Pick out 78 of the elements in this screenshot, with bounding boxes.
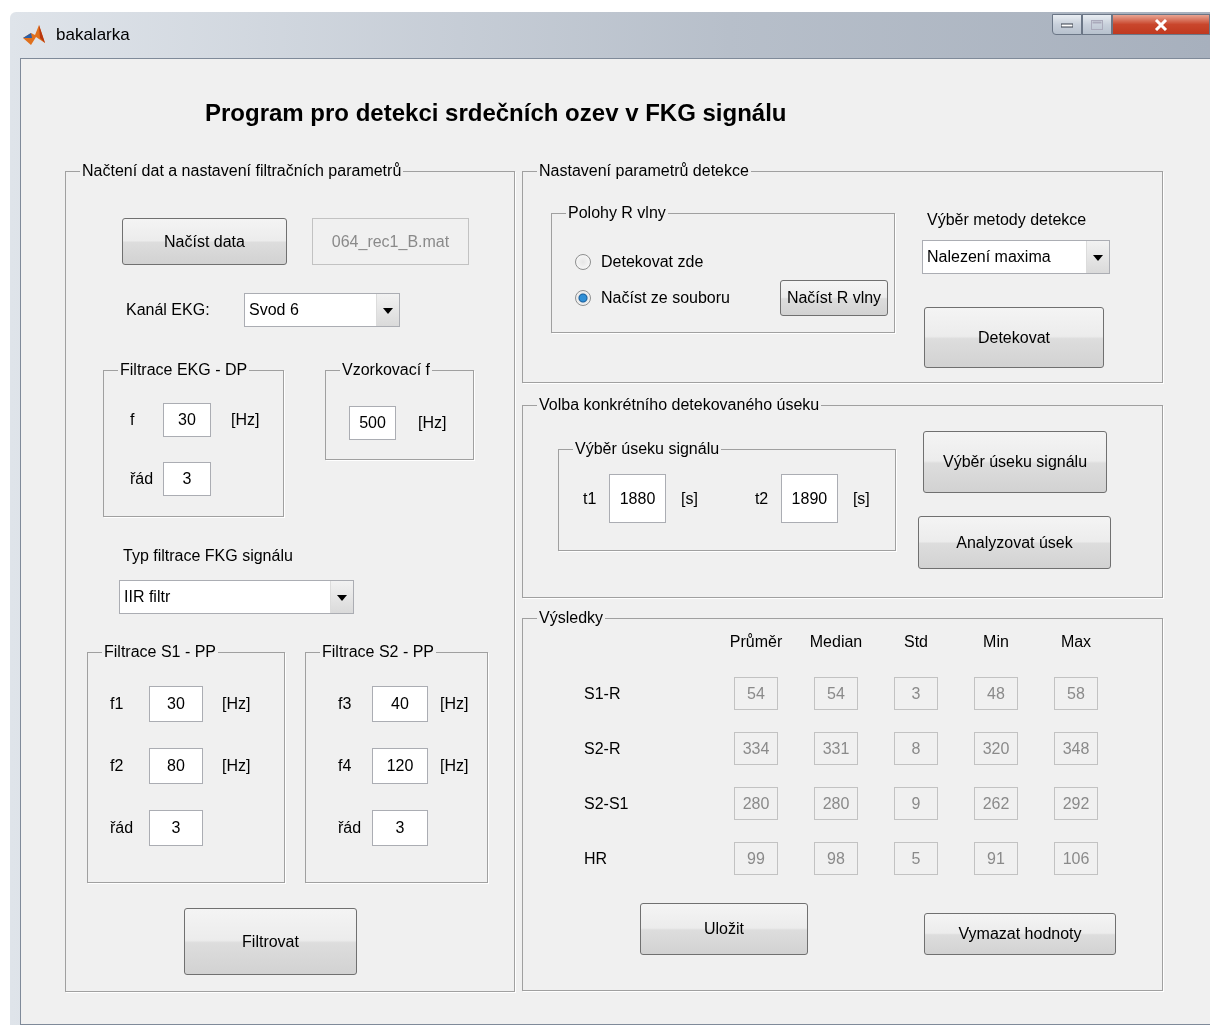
caret-icon [376, 294, 399, 326]
group-title: Nastavení parametrů detekce [538, 162, 750, 180]
input-field[interactable]: 30 [149, 686, 203, 722]
field-label: řád [338, 819, 363, 837]
filter-button[interactable]: Filtrovat [184, 908, 357, 975]
row-label: S2-R [584, 739, 622, 758]
input-field[interactable]: 30 [163, 403, 211, 437]
field-label: f2 [110, 757, 125, 775]
row-label: HR [584, 849, 609, 868]
column-header: Std [904, 633, 928, 651]
dropdown[interactable]: Svod 6 [244, 293, 400, 327]
radio-button[interactable] [575, 254, 591, 270]
unit-label: [Hz] [222, 695, 251, 713]
field-label: f4 [338, 757, 353, 775]
input-field[interactable]: 3 [163, 462, 211, 496]
unit-label: [s] [852, 489, 870, 508]
input-field[interactable]: 3 [149, 810, 203, 846]
dropdown[interactable]: Nalezení maxima [922, 240, 1110, 274]
radio-label[interactable]: Načíst ze souboru [601, 289, 770, 307]
minimize-icon [1061, 21, 1073, 28]
caret-icon [330, 581, 353, 613]
dropdown[interactable]: IIR filtr [119, 580, 354, 614]
group-title: Vzorkovací f [341, 361, 432, 379]
segment-button[interactable]: Analyzovat úsek [918, 516, 1111, 569]
input-field[interactable]: 500 [349, 406, 396, 440]
field-label: t1 [583, 489, 598, 508]
radio-label[interactable]: Detekovat zde [601, 253, 704, 271]
field-label: f1 [110, 695, 125, 713]
column-header: Median [809, 633, 863, 651]
input-field[interactable]: 3 [372, 810, 428, 846]
group-title: Polohy R vlny [567, 204, 667, 222]
channel-label: Kanál EKG: [126, 301, 211, 319]
field-label: f [130, 411, 136, 429]
row-label: S2-S1 [584, 794, 630, 813]
load-r-waves-button[interactable]: Načíst R vlny [780, 280, 888, 316]
input-field[interactable]: 120 [372, 748, 428, 784]
caret-icon [1086, 241, 1109, 273]
group-title: Filtrace S1 - PP [103, 643, 218, 661]
unit-label: [Hz] [222, 757, 251, 775]
input-field[interactable]: 1890 [780, 474, 838, 523]
detect-button[interactable]: Detekovat [924, 307, 1104, 368]
column-header: Průměr [729, 633, 783, 651]
field-label: f3 [338, 695, 353, 713]
heading: Program pro detekci srdečních ozev v FKG signálu [205, 99, 788, 127]
filter-type-label: Typ filtrace FKG signálu [123, 547, 293, 565]
unit-label: [Hz] [231, 411, 260, 429]
minimize-button[interactable] [1052, 14, 1082, 35]
group-title: Výběr úseku signálu [574, 440, 721, 458]
save-button[interactable]: Uložit [640, 903, 808, 955]
input-field[interactable]: 40 [372, 686, 428, 722]
column-header: Max [1060, 633, 1092, 651]
clear-values-button[interactable]: Vymazat hodnoty [924, 913, 1116, 955]
radio-button[interactable] [575, 290, 591, 306]
field-label: řád [110, 819, 135, 837]
segment-button[interactable]: Výběr úseku signálu [923, 431, 1107, 493]
group-title: Filtrace S2 - PP [321, 643, 436, 661]
maximize-icon [1091, 19, 1103, 30]
field-label: řád [130, 470, 155, 488]
unit-label: [Hz] [440, 695, 469, 713]
peak-icon [22, 24, 46, 46]
group-title: Výsledky [538, 609, 605, 627]
unit-label: [s] [681, 489, 698, 508]
row-label: S1-R [584, 684, 622, 703]
close-button[interactable] [1112, 14, 1210, 35]
group-title: Volba konkrétního detekovaného úseku [538, 396, 821, 414]
unit-label: [Hz] [440, 757, 469, 775]
unit-label: [Hz] [418, 414, 447, 432]
group-title: Načtení dat a nastavení filtračních parametrů [81, 162, 403, 180]
load-data-button[interactable]: Načíst data [122, 218, 287, 265]
window-title: bakalarka [56, 25, 130, 45]
input-field[interactable]: 80 [149, 748, 203, 784]
maximize-button[interactable] [1082, 14, 1112, 35]
column-header: Min [983, 633, 1009, 651]
close-icon [1154, 18, 1168, 31]
group-title: Filtrace EKG - DP [119, 361, 249, 379]
method-label: Výběr metody detekce [927, 211, 1087, 229]
input-field[interactable]: 1880 [609, 474, 666, 523]
field-label: t2 [754, 489, 770, 508]
